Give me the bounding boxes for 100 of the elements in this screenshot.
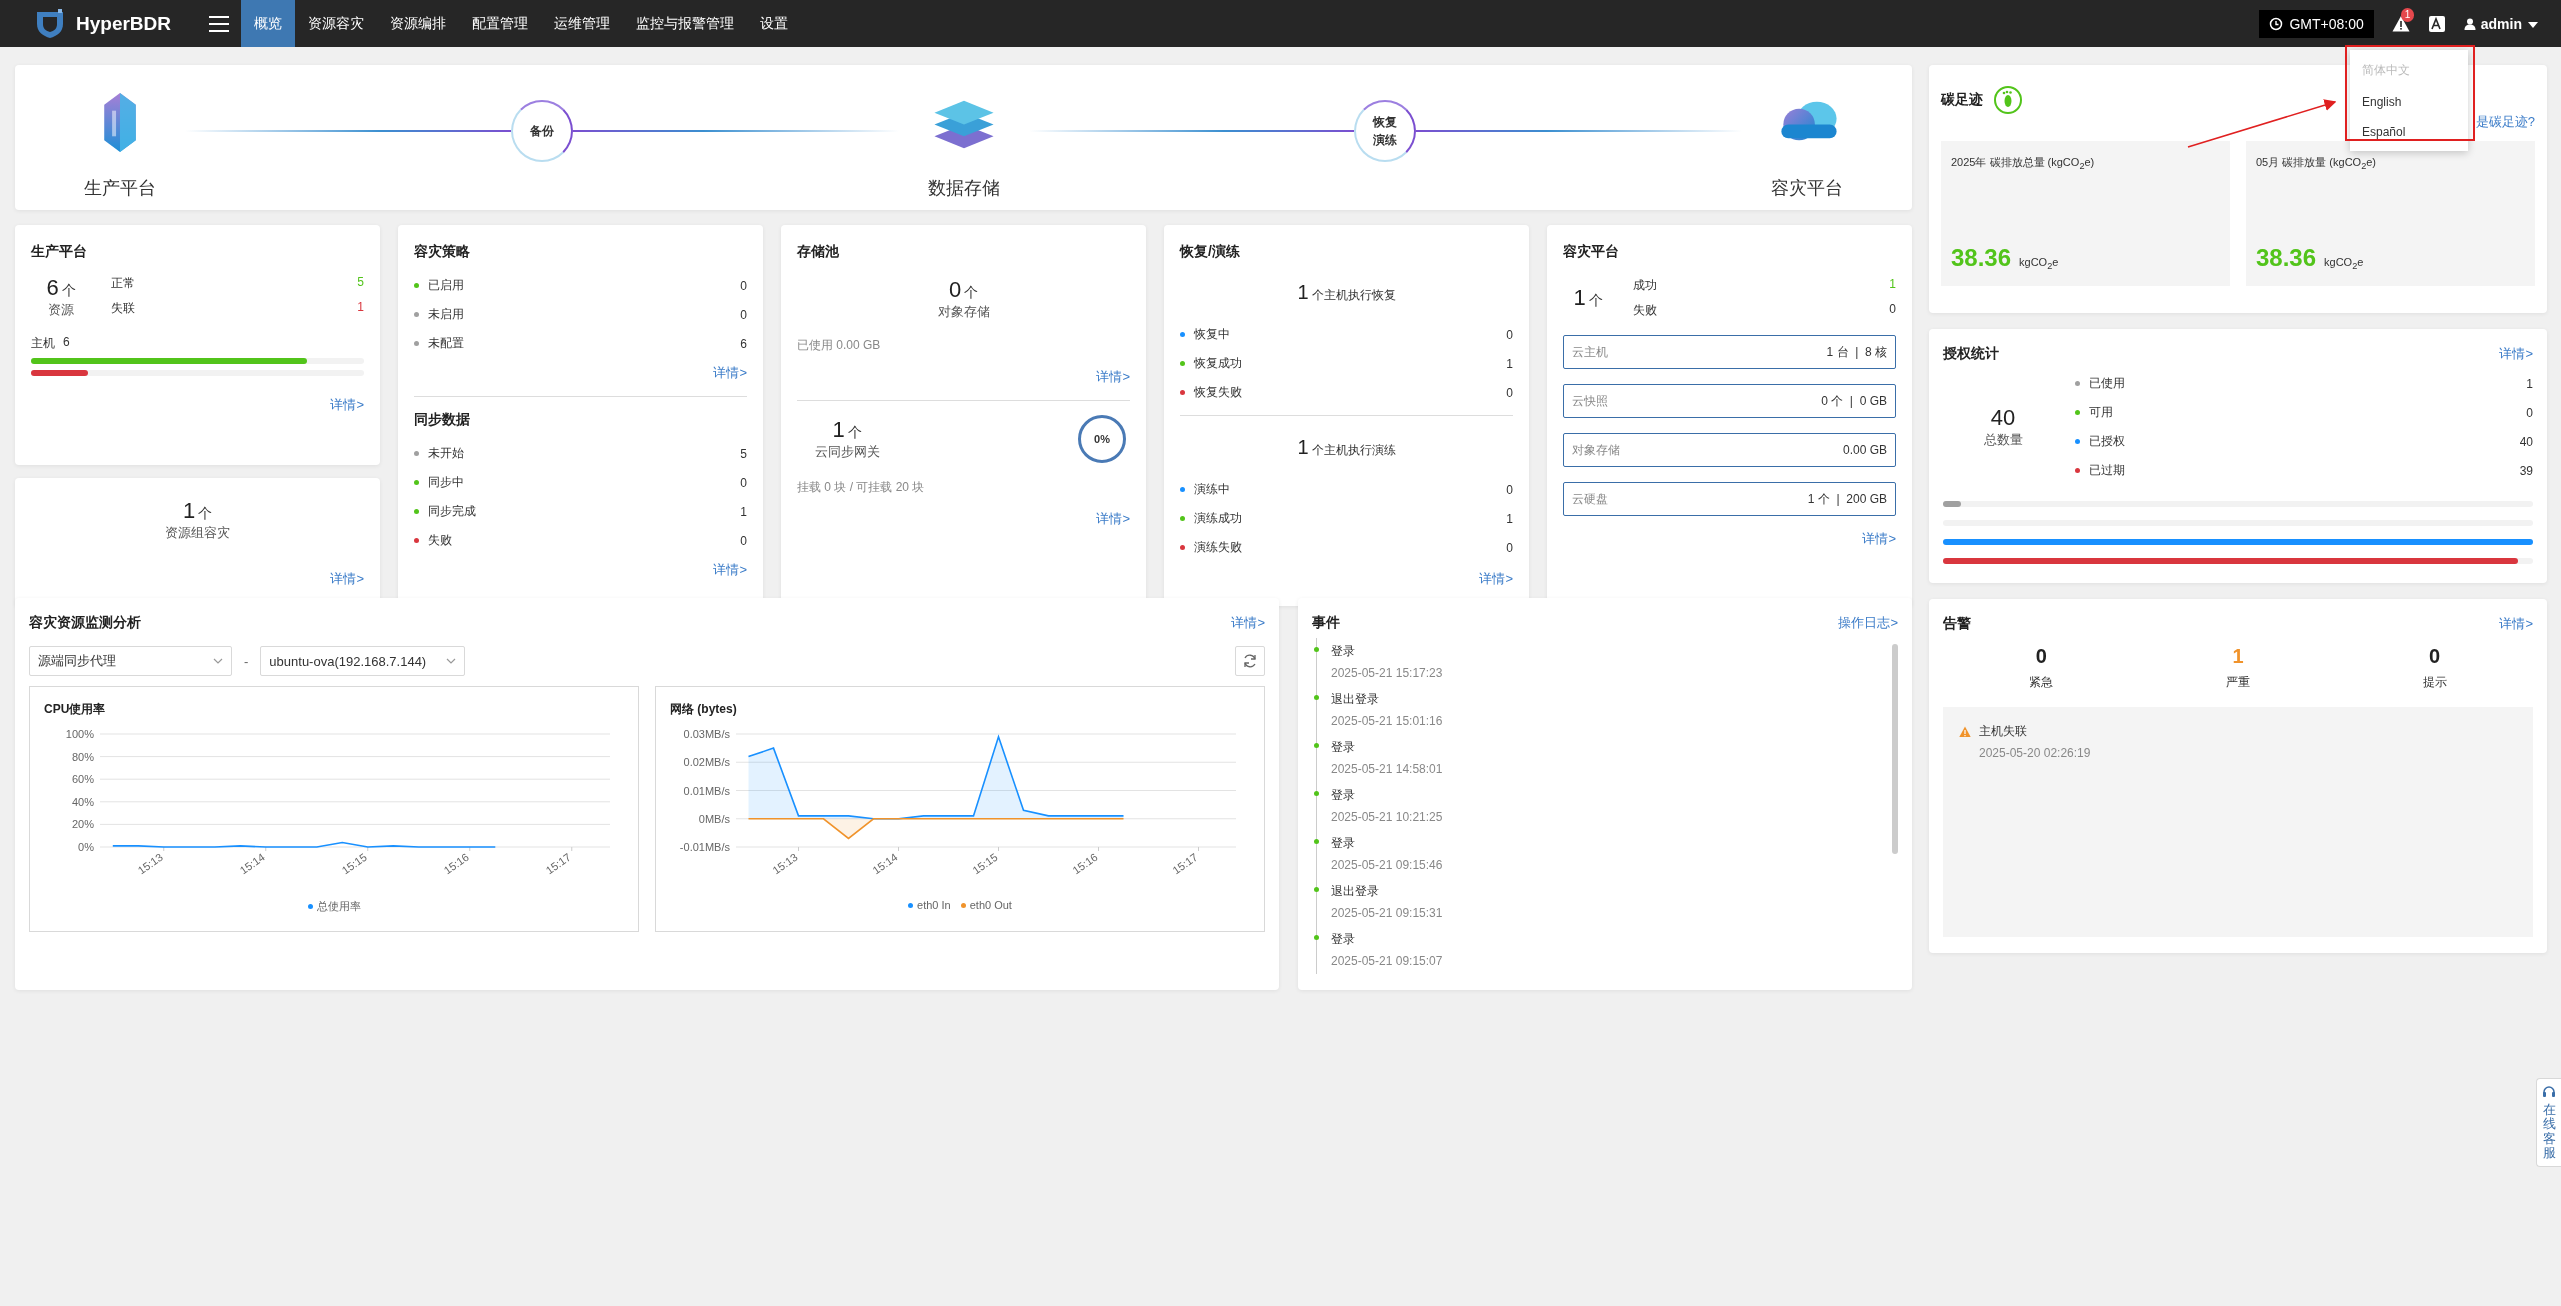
refresh-icon — [1242, 653, 1258, 669]
chevron-icon — [213, 656, 223, 666]
count-label: 资源 — [47, 301, 75, 319]
legend-item[interactable]: eth0 In — [908, 899, 951, 911]
status-label: 失联 — [111, 300, 135, 317]
count-unit: 个 — [1588, 292, 1603, 310]
event-name: 登录 — [1331, 643, 1356, 660]
details-link[interactable]: 详情> — [2499, 615, 2533, 633]
status-value: 1 — [1506, 356, 1513, 371]
status-value: 0 — [1506, 327, 1513, 342]
details-link[interactable]: 详情> — [713, 561, 747, 579]
menu-icon[interactable] — [209, 14, 230, 33]
count-value: 1 — [832, 417, 845, 443]
event-time: 2025-05-21 15:01:16 — [1331, 714, 1444, 728]
nav-tab[interactable]: 设置 — [747, 0, 802, 47]
card-title: 碳足迹 — [1941, 91, 1983, 109]
event-name: 登录 — [1331, 739, 1356, 756]
count-value: 1 — [1297, 436, 1309, 459]
tile-unit: kgCO$_{2}$e — [2324, 256, 2364, 272]
count-value: 40 — [1990, 405, 2016, 431]
legend-item[interactable]: eth0 Out — [960, 899, 1012, 911]
translate-icon[interactable] — [2427, 14, 2446, 33]
tile-label: 05月 碳排放量 (kgCO$_{2}$e) — [2256, 155, 2377, 172]
shield-logo-icon — [34, 7, 66, 40]
count-value: 6 — [46, 275, 59, 301]
refresh-button[interactable] — [1235, 646, 1265, 676]
event-name: 退出登录 — [1331, 883, 1380, 900]
status-value: 1 — [2526, 376, 2533, 391]
count-badge: 1 — [2400, 7, 2415, 22]
status-value: 0 — [2526, 405, 2533, 420]
log-link[interactable]: 操作日志> — [1838, 614, 1898, 632]
axis-label: 0% — [78, 841, 94, 853]
support-tab[interactable]: 在线客服 — [2536, 1078, 2561, 1168]
details-link[interactable]: 详情> — [1862, 530, 1896, 548]
select-field[interactable]: ubuntu-ova(192.168.7.144) — [260, 646, 466, 676]
status-label: 恢复成功 — [1194, 355, 1242, 372]
nav-tab[interactable]: 资源编排 — [377, 0, 460, 47]
headset-icon — [2542, 1085, 2556, 1099]
event-time: 2025-05-21 09:15:46 — [1331, 858, 1444, 872]
status-label: 未配置 — [428, 335, 464, 352]
details-link[interactable]: 详情> — [1096, 510, 1130, 528]
chart-title: 网络 (bytes) — [670, 701, 738, 718]
count-label: 云同步网关 — [813, 443, 881, 461]
step-label: 恢复 — [1373, 114, 1398, 131]
menu-item[interactable]: English — [2350, 87, 2468, 117]
step-label: 备份 — [529, 123, 554, 140]
status-label: 未开始 — [428, 445, 464, 462]
status-label: 同步中 — [428, 474, 464, 491]
status-value: 1 — [1889, 277, 1896, 293]
status-value: 6 — [740, 336, 747, 351]
tile-unit: kgCO$_{2}$e — [2019, 256, 2059, 272]
status-label: 已使用 — [2089, 375, 2125, 392]
timeline-dot — [1314, 791, 1319, 796]
count-caption: 个主机执行恢复 — [1311, 287, 1396, 304]
details-link[interactable]: 详情> — [1096, 368, 1130, 386]
details-link[interactable]: 详情> — [1479, 570, 1513, 588]
details-link[interactable]: 详情> — [330, 396, 364, 414]
count-value: 1 — [1573, 285, 1586, 311]
nav-tab[interactable]: 资源容灾 — [295, 0, 378, 47]
help-link[interactable]: 是碳足迹? — [2475, 113, 2535, 131]
status-value: 5 — [740, 446, 747, 461]
axis-label: 0.02MB/s — [683, 756, 730, 769]
details-link[interactable]: 详情> — [1231, 614, 1265, 632]
card-title: 容灾资源监测分析 — [29, 614, 141, 632]
status-value: 0 — [740, 533, 747, 548]
card-title: 容灾平台 — [1563, 243, 1620, 261]
status-label: 演练失败 — [1194, 539, 1242, 556]
count-value: 1 — [182, 498, 196, 524]
details-link[interactable]: 详情> — [2499, 345, 2533, 363]
timeline-dot — [1314, 743, 1319, 748]
status-label: 已授权 — [2089, 433, 2125, 450]
status-label: 可用 — [2089, 404, 2113, 421]
event-time: 2025-05-21 09:15:07 — [1331, 954, 1444, 968]
timeline-dot — [1314, 839, 1319, 844]
event-name: 登录 — [1331, 835, 1356, 852]
select-field[interactable]: 源端同步代理 — [29, 646, 232, 676]
count-label: 严重 — [2226, 674, 2250, 691]
user-menu[interactable]: admin — [2463, 15, 2539, 32]
nav-tab[interactable]: 概览 — [241, 0, 296, 47]
scrollbar[interactable] — [1892, 644, 1898, 854]
axis-label: 80% — [71, 750, 94, 763]
status-value: 0 — [1889, 302, 1896, 318]
legend-item[interactable]: 总使用率 — [307, 899, 361, 914]
nav-tab[interactable]: 运维管理 — [541, 0, 624, 47]
count-unit: 个 — [847, 424, 862, 442]
timezone-button[interactable]: GMT+08:00 — [2259, 9, 2374, 38]
nav-tab[interactable]: 监控与报警管理 — [623, 0, 748, 47]
status-label: 恢复中 — [1194, 326, 1230, 343]
count-label: 提示 — [2422, 674, 2447, 691]
percent-ring: 0% — [1078, 415, 1126, 463]
details-link[interactable]: 详情> — [713, 364, 747, 382]
axis-label: -0.01MB/s — [679, 841, 730, 853]
event-time: 2025-05-21 14:58:01 — [1331, 762, 1444, 776]
details-link[interactable]: 详情> — [330, 570, 364, 588]
menu-item[interactable]: Español — [2350, 117, 2468, 147]
status-value: 1 — [357, 300, 364, 316]
status-label: 恢复失败 — [1194, 384, 1242, 401]
nav-tab[interactable]: 配置管理 — [459, 0, 542, 47]
axis-label: 0.01MB/s — [683, 784, 730, 797]
event-time: 2025-05-21 10:21:25 — [1331, 810, 1444, 824]
